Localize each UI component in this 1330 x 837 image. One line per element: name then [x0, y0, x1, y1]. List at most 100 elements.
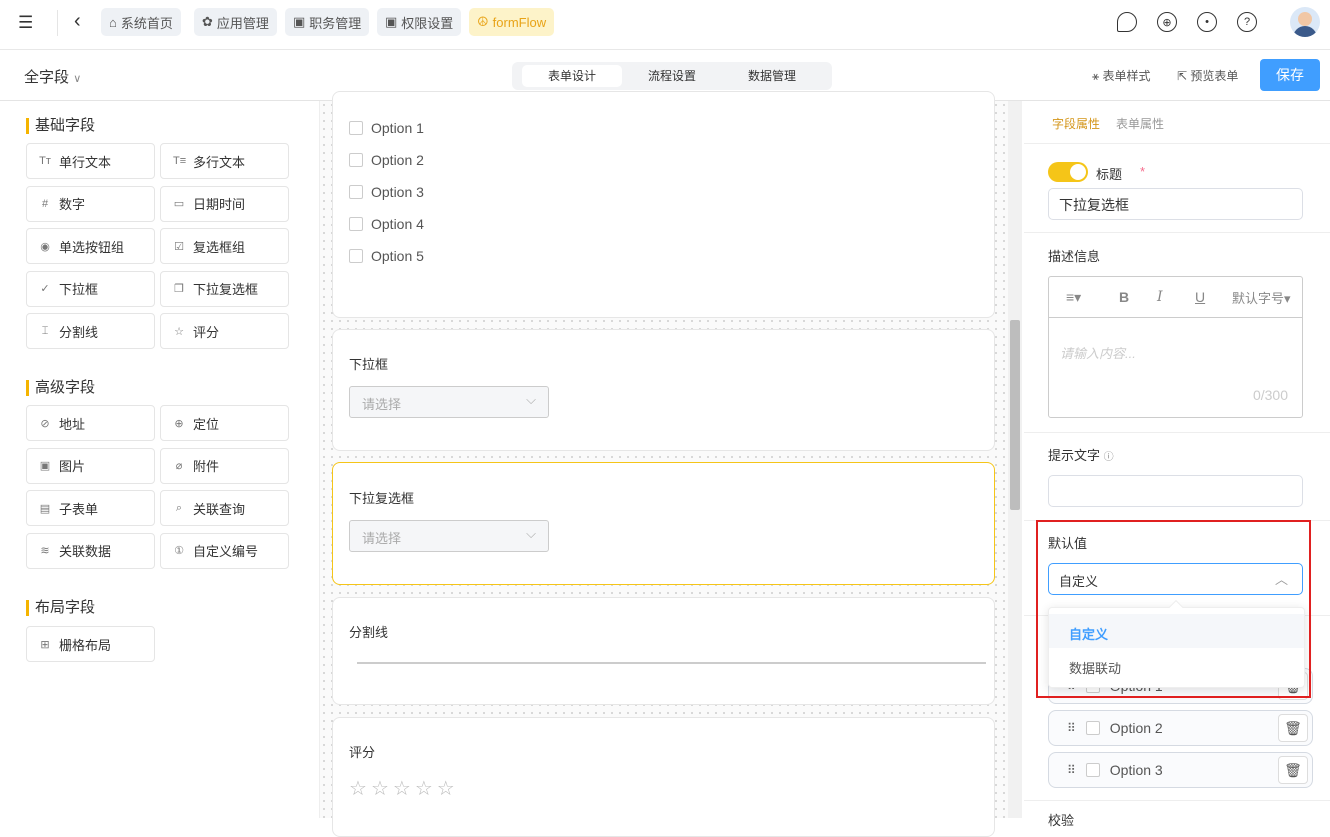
checkbox-option[interactable]: Option 3: [349, 184, 424, 200]
section-layout-fields: 布局字段: [26, 600, 95, 616]
checkbox[interactable]: [349, 249, 363, 263]
help-icon[interactable]: ?: [1237, 12, 1257, 32]
field-icon: ☆: [174, 325, 184, 338]
top-bar: ☰ ‹ ⌂ 系统首页 ✿ 应用管理 ▣ 职务管理 ▣ 权限设置 ☮ formFlow ⊕ …: [0, 0, 1330, 50]
rating-card[interactable]: 评分 ☆☆☆☆☆: [332, 717, 995, 837]
tab-form-design[interactable]: 表单设计: [522, 65, 622, 87]
divider-card[interactable]: 分割线: [332, 597, 995, 705]
scope-selector[interactable]: 全字段 ∨: [24, 66, 81, 87]
field-advanced-5[interactable]: ⌕ 关联查询: [160, 490, 289, 526]
dropdown-input[interactable]: 请选择 ⌵: [349, 386, 549, 418]
tab-field-properties[interactable]: 字段属性: [1052, 115, 1100, 132]
multi-dropdown-card[interactable]: 下拉复选框 请选择 ⌵: [332, 462, 995, 585]
star-icon[interactable]: ☆: [437, 778, 459, 800]
bold-icon[interactable]: B: [1119, 289, 1129, 305]
section-advanced-fields: 高级字段: [26, 380, 95, 396]
field-icon: ◉: [40, 240, 50, 253]
field-advanced-1[interactable]: ⊕ 定位: [160, 405, 289, 441]
title-toggle[interactable]: [1048, 162, 1088, 182]
checkbox-option[interactable]: Option 2: [349, 152, 424, 168]
field-basic-4[interactable]: ◉ 单选按钮组: [26, 228, 155, 264]
field-basic-7[interactable]: ❐ 下拉复选框: [160, 270, 289, 307]
drag-handle-icon[interactable]: ⠿: [1067, 721, 1076, 735]
field-basic-9[interactable]: ☆ 评分: [160, 313, 289, 349]
home-icon: ⌂: [109, 14, 117, 30]
tab-apps[interactable]: ✿ 应用管理: [194, 8, 277, 36]
field-advanced-6[interactable]: ≋ 关联数据: [26, 532, 155, 569]
field-advanced-7[interactable]: ① 自定义编号: [160, 532, 289, 569]
tab-data-management[interactable]: 数据管理: [722, 65, 822, 87]
italic-icon[interactable]: I: [1157, 289, 1163, 305]
align-icon[interactable]: ≡▾: [1066, 289, 1081, 306]
trash-icon[interactable]: 🗑: [1278, 756, 1308, 784]
tab-permissions[interactable]: ▣ 权限设置: [377, 8, 462, 36]
tab-home[interactable]: ⌂ 系统首页: [101, 8, 181, 36]
divider-line: [357, 662, 986, 664]
checkbox-option[interactable]: Option 4: [349, 216, 424, 232]
field-basic-0[interactable]: Tт 单行文本: [26, 143, 155, 179]
globe-icon[interactable]: ⊕: [1157, 12, 1177, 32]
tab-formflow[interactable]: ☮ formFlow: [469, 8, 555, 36]
field-icon: ▭: [173, 198, 185, 210]
field-basic-5[interactable]: ☑ 复选框组: [160, 228, 289, 264]
checkbox[interactable]: [349, 217, 363, 231]
option-default-checkbox[interactable]: [1085, 721, 1100, 735]
checkbox[interactable]: [349, 185, 363, 199]
field-advanced-3[interactable]: ⌀ 附件: [160, 447, 289, 484]
field-icon: ⊘: [40, 417, 50, 430]
apps-icon: ✿: [202, 14, 213, 29]
chat-icon[interactable]: [1117, 12, 1137, 32]
tab-positions[interactable]: ▣ 职务管理: [285, 8, 370, 36]
tab-flow-settings[interactable]: 流程设置: [622, 65, 722, 87]
field-layout-0[interactable]: ⊞ 栅格布局: [26, 626, 155, 662]
field-basic-3[interactable]: ▭ 日期时间: [160, 185, 289, 222]
designer-tabs: 表单设计 流程设置 数据管理: [512, 62, 832, 90]
character-count: 0/300: [1252, 387, 1288, 403]
highlight-box: [1036, 520, 1311, 698]
option-default-checkbox[interactable]: [1085, 763, 1100, 777]
checkbox[interactable]: [349, 121, 363, 135]
description-placeholder: 请输入内容...: [1060, 346, 1136, 361]
save-button[interactable]: 保存: [1260, 59, 1320, 91]
field-advanced-0[interactable]: ⊘ 地址: [26, 405, 155, 441]
star-icon[interactable]: ☆: [393, 778, 415, 800]
drag-handle-icon[interactable]: ⠿: [1067, 763, 1076, 777]
hint-label: 提示文字 ⓘ: [1048, 448, 1114, 463]
field-basic-6[interactable]: ✓ 下拉框: [26, 270, 155, 307]
form-style-button[interactable]: ⚹ 表单样式: [1092, 67, 1151, 84]
checkbox-group-card[interactable]: Option 1 Option 2 Option 3 Option 4 Option 5: [332, 91, 995, 318]
badge-icon: ▣: [293, 14, 306, 29]
avatar[interactable]: [1290, 7, 1320, 37]
dropdown-card[interactable]: 下拉框 请选择 ⌵: [332, 329, 995, 451]
star-icon[interactable]: ☆: [349, 778, 371, 800]
field-icon: ⊕: [174, 417, 184, 430]
rich-text-editor[interactable]: ≡▾ B I U 默认字号▾ 请输入内容... 0/300: [1048, 276, 1303, 418]
checkbox-option[interactable]: Option 1: [349, 120, 424, 136]
badge-icon: ▣: [385, 14, 398, 29]
checkbox[interactable]: [349, 153, 363, 167]
rating-stars[interactable]: ☆☆☆☆☆: [349, 776, 459, 801]
checkbox-option[interactable]: Option 5: [349, 248, 424, 264]
scrollbar-thumb[interactable]: [1010, 320, 1020, 510]
title-input[interactable]: 下拉复选框: [1048, 188, 1303, 220]
preview-form-button[interactable]: ⇱ 预览表单: [1177, 67, 1238, 84]
multi-dropdown-input[interactable]: 请选择 ⌵: [349, 520, 549, 552]
underline-icon[interactable]: U: [1195, 289, 1205, 305]
peace-icon: ☮: [477, 14, 489, 29]
field-basic-2[interactable]: # 数字: [26, 185, 155, 222]
star-icon[interactable]: ☆: [415, 778, 437, 800]
tab-form-properties[interactable]: 表单属性: [1116, 115, 1164, 132]
field-icon: ⊞: [40, 638, 50, 651]
form-canvas: Option 1 Option 2 Option 3 Option 4 Option 5…: [320, 91, 1008, 837]
trash-icon[interactable]: 🗑: [1278, 714, 1308, 742]
back-icon[interactable]: ‹: [74, 10, 81, 33]
star-icon[interactable]: ☆: [371, 778, 393, 800]
hint-input[interactable]: [1048, 475, 1303, 507]
font-size-select[interactable]: 默认字号▾: [1232, 288, 1291, 307]
palette-icon[interactable]: •: [1197, 12, 1217, 32]
field-advanced-2[interactable]: ▣ 图片: [26, 447, 155, 484]
field-basic-1[interactable]: T≡ 多行文本: [160, 143, 289, 179]
menu-toggle-icon[interactable]: ☰: [18, 13, 33, 33]
field-basic-8[interactable]: ⌶ 分割线: [26, 313, 155, 349]
field-advanced-4[interactable]: ▤ 子表单: [26, 490, 155, 526]
